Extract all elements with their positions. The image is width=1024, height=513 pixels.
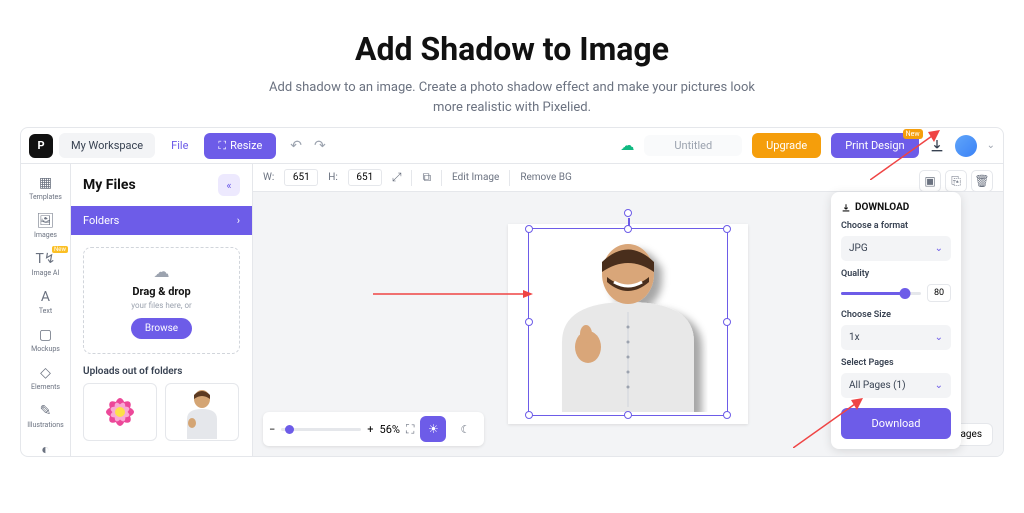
width-input[interactable] [284, 169, 318, 186]
quality-slider[interactable] [841, 292, 921, 295]
zoom-slider[interactable] [281, 428, 361, 431]
resize-handle[interactable] [624, 225, 632, 233]
format-select[interactable]: JPG⌄ [841, 236, 951, 261]
chevron-right-icon: › [237, 214, 240, 227]
download-panel: DOWNLOAD Choose a format JPG⌄ Quality Ch… [831, 192, 961, 449]
quality-input[interactable] [927, 284, 951, 302]
quality-label: Quality [841, 269, 951, 279]
rail-text[interactable]: AText [21, 284, 70, 320]
redo-icon[interactable]: ↷ [314, 138, 326, 154]
light-mode-button[interactable]: ☀ [420, 416, 446, 442]
left-rail: ▦Templates 🖼Images NewT↯Image AI AText ▢… [21, 164, 71, 456]
workspace-button[interactable]: My Workspace [59, 133, 155, 158]
trash-icon[interactable]: 🗑 [971, 170, 993, 192]
resize-handle[interactable] [525, 225, 533, 233]
mockups-icon: ▢ [38, 327, 54, 343]
size-label: Choose Size [841, 310, 951, 320]
fit-icon[interactable]: ⛶ [406, 422, 414, 437]
print-design-button[interactable]: Print Design New [831, 133, 918, 158]
edit-image-button[interactable]: Edit Image [452, 172, 499, 183]
new-badge: New [52, 246, 68, 253]
panel-title: My Files [83, 177, 136, 193]
drag-drop-label: Drag & drop [98, 285, 225, 298]
new-badge: New [903, 129, 923, 139]
image-ai-icon: T↯ [38, 251, 54, 267]
rail-blend[interactable]: ◐Blend [21, 436, 70, 457]
download-button[interactable]: Download [841, 408, 951, 439]
chevron-down-icon: ⌄ [935, 332, 943, 343]
upgrade-button[interactable]: Upgrade [752, 133, 821, 158]
crop-icon[interactable]: ⧉ [422, 170, 431, 185]
zoom-value: 56% [380, 423, 400, 436]
chevron-down-icon: ⌄ [935, 380, 943, 391]
browse-button[interactable]: Browse [131, 318, 192, 339]
cloud-upload-icon: ☁ [98, 262, 225, 281]
size-select[interactable]: 1x⌄ [841, 325, 951, 350]
selection-box[interactable] [528, 228, 728, 416]
zoom-bar: − + 56% ⛶ ☀ ☾ [263, 412, 484, 446]
dark-mode-button[interactable]: ☾ [452, 416, 478, 442]
rail-elements[interactable]: ◇Elements [21, 360, 70, 396]
page-title: Add Shadow to Image [0, 30, 1024, 68]
resize-handle[interactable] [723, 225, 731, 233]
height-input[interactable] [348, 169, 382, 186]
resize-handle[interactable] [723, 411, 731, 419]
width-label: W: [263, 172, 274, 183]
format-label: Choose a format [841, 221, 951, 231]
collapse-button[interactable]: « [218, 174, 240, 196]
folders-bar[interactable]: Folders › [71, 206, 252, 235]
upload-thumb-flower[interactable] [83, 383, 157, 441]
copy-icon[interactable]: ⎘ [945, 170, 967, 192]
resize-handle[interactable] [723, 318, 731, 326]
rail-templates[interactable]: ▦Templates [21, 170, 70, 206]
text-icon: A [38, 289, 54, 305]
pages-label: Select Pages [841, 358, 951, 368]
file-menu[interactable]: File [161, 133, 198, 158]
zoom-out-button[interactable]: − [269, 423, 275, 436]
user-avatar[interactable] [955, 135, 977, 157]
rail-illustrations[interactable]: ✎Illustrations [21, 398, 70, 434]
templates-icon: ▦ [38, 175, 54, 191]
app-window: P My Workspace File ⛶Resize ↶ ↷ ☁ Untitl… [20, 127, 1004, 457]
artboard[interactable] [508, 224, 748, 424]
blend-icon: ◐ [38, 441, 54, 457]
document-title[interactable]: Untitled [644, 135, 742, 156]
cloud-sync-icon[interactable]: ☁ [620, 138, 634, 154]
page-subtitle: Add shadow to an image. Create a photo s… [262, 78, 762, 117]
upload-thumb-person[interactable] [165, 383, 239, 441]
chevron-down-icon: ⌄ [935, 243, 943, 254]
zoom-in-button[interactable]: + [367, 423, 373, 436]
drop-zone[interactable]: ☁ Drag & drop your files here, or Browse [83, 247, 240, 354]
resize-button[interactable]: ⛶Resize [204, 133, 276, 159]
undo-icon[interactable]: ↶ [290, 138, 302, 154]
rotate-handle[interactable] [624, 209, 632, 217]
app-logo[interactable]: P [29, 134, 53, 158]
side-panel: My Files « Folders › ☁ Drag & drop your … [71, 164, 253, 456]
resize-handle[interactable] [624, 411, 632, 419]
canvas-area: W: H: ⤢ ⧉ Edit Image Remove BG ▣ ⎘ 🗑 [253, 164, 1003, 456]
rail-image-ai[interactable]: NewT↯Image AI [21, 246, 70, 282]
topbar: P My Workspace File ⛶Resize ↶ ↷ ☁ Untitl… [21, 128, 1003, 164]
height-label: H: [328, 172, 338, 183]
pages-select[interactable]: All Pages (1)⌄ [841, 373, 951, 398]
images-icon: 🖼 [38, 213, 54, 229]
illustrations-icon: ✎ [38, 403, 54, 419]
chevron-down-icon[interactable]: ⌄ [987, 140, 995, 151]
rail-mockups[interactable]: ▢Mockups [21, 322, 70, 358]
resize-handle[interactable] [525, 318, 533, 326]
resize-icon: ⛶ [218, 139, 226, 153]
download-icon [841, 203, 851, 213]
download-title: DOWNLOAD [855, 202, 909, 213]
uploads-label: Uploads out of folders [71, 366, 252, 383]
context-bar: W: H: ⤢ ⧉ Edit Image Remove BG [253, 164, 1003, 192]
resize-handle[interactable] [525, 411, 533, 419]
layers-icon[interactable]: ▣ [919, 170, 941, 192]
elements-icon: ◇ [38, 365, 54, 381]
remove-bg-button[interactable]: Remove BG [520, 172, 571, 183]
download-icon[interactable] [929, 138, 945, 154]
drag-drop-sub: your files here, or [98, 301, 225, 310]
rail-images[interactable]: 🖼Images [21, 208, 70, 244]
expand-icon[interactable]: ⤢ [392, 170, 402, 185]
